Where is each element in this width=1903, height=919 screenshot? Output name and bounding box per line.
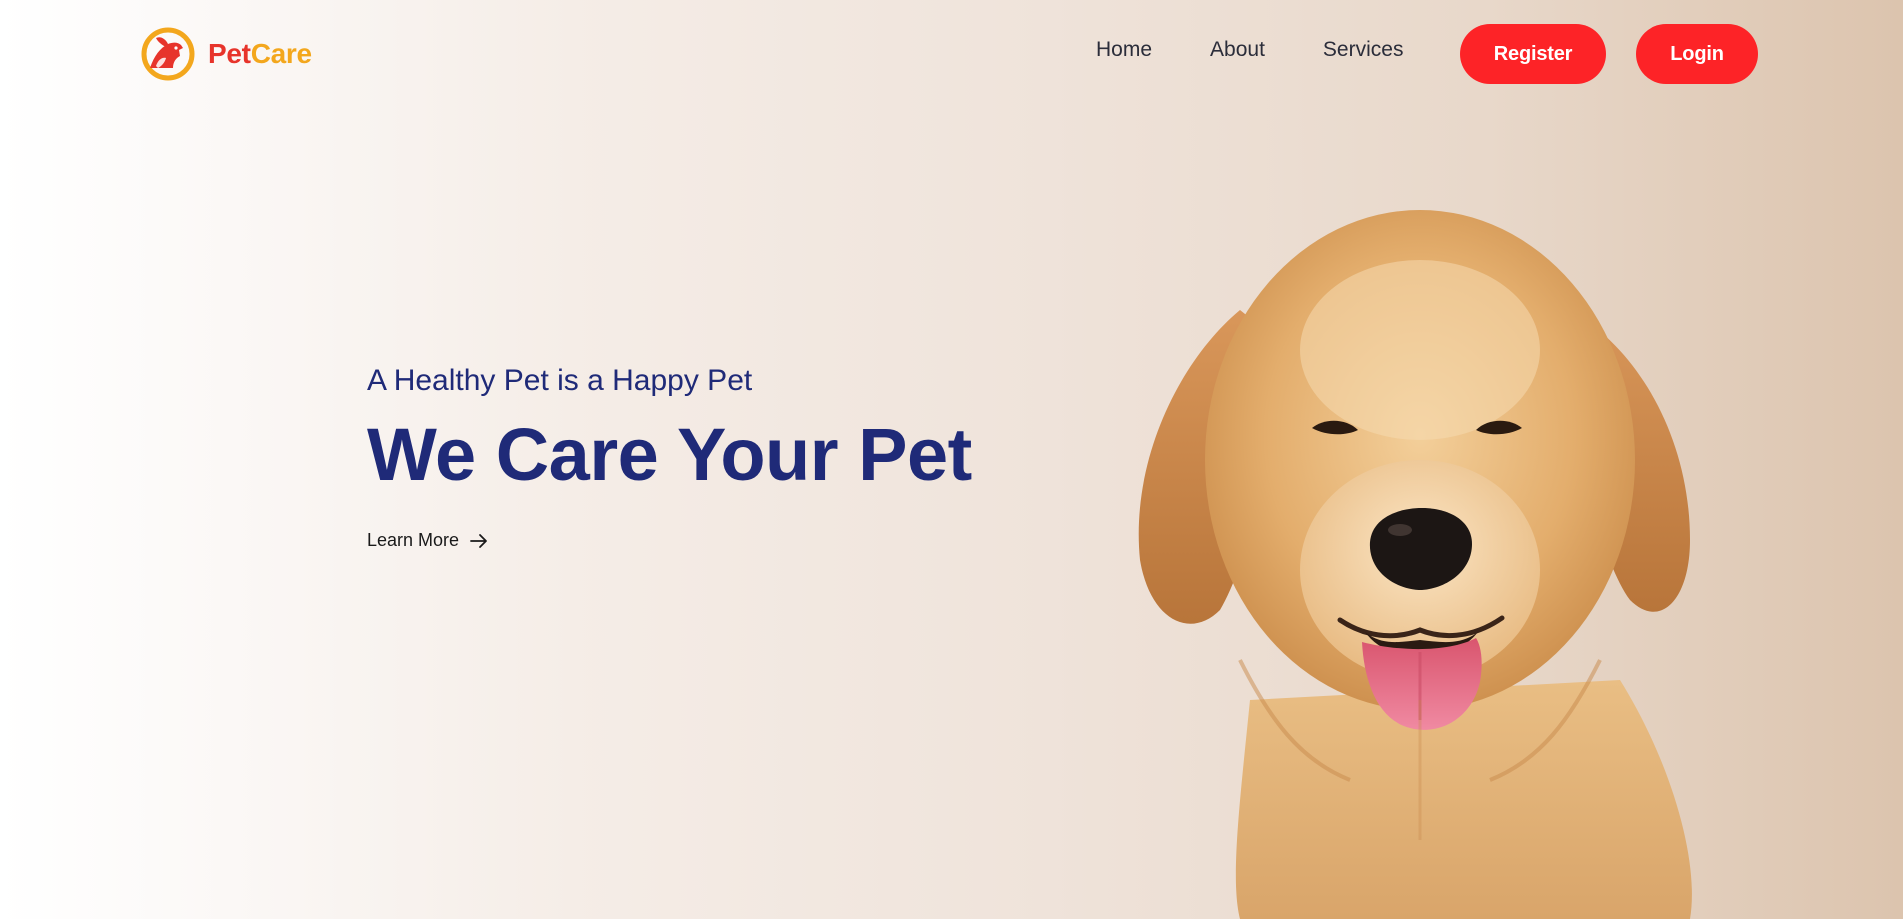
brand-name: PetCare — [208, 40, 312, 68]
arrow-right-icon — [470, 533, 487, 548]
hero-section: A Healthy Pet is a Happy Pet We Care You… — [367, 366, 972, 551]
nav-link-services[interactable]: Services — [1323, 38, 1404, 62]
brand-name-care: Care — [250, 38, 312, 69]
navbar: PetCare Home About Services Register Log… — [0, 0, 1903, 110]
nav-links: Home About Services — [1096, 38, 1403, 62]
landing-page: PetCare Home About Services Register Log… — [0, 0, 1903, 919]
puppy-illustration — [1138, 210, 1692, 919]
pet-logo-icon — [141, 27, 195, 81]
brand-logo[interactable]: PetCare — [140, 26, 312, 82]
nav-link-about[interactable]: About — [1210, 38, 1265, 62]
brand-name-pet: Pet — [208, 38, 251, 69]
login-button[interactable]: Login — [1636, 24, 1758, 84]
learn-more-label: Learn More — [367, 530, 460, 550]
hero-title: We Care Your Pet — [367, 413, 972, 496]
register-button[interactable]: Register — [1460, 24, 1606, 84]
hero-tagline: A Healthy Pet is a Happy Pet — [367, 364, 753, 397]
nav-link-home[interactable]: Home — [1096, 38, 1152, 62]
learn-more-link[interactable]: Learn More — [367, 530, 489, 551]
hero-puppy-image — [1100, 200, 1750, 919]
